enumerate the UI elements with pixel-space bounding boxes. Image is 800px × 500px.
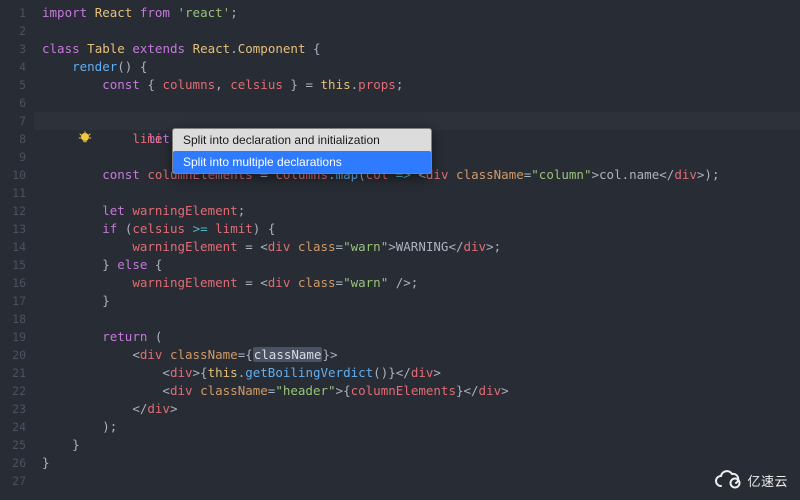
- line-number: 23: [0, 400, 34, 418]
- code-line[interactable]: [34, 94, 800, 112]
- code-line[interactable]: render() {: [34, 58, 800, 76]
- intention-action-item[interactable]: Split into multiple declarations: [173, 151, 431, 173]
- code-line[interactable]: warningElement = <div class="warn" />;: [34, 274, 800, 292]
- line-number: 3: [0, 40, 34, 58]
- code-line[interactable]: if (celsius >= limit) {: [34, 220, 800, 238]
- line-number: 25: [0, 436, 34, 454]
- line-number: 11: [0, 184, 34, 202]
- code-line[interactable]: warningElement = <div class="warn">WARNI…: [34, 238, 800, 256]
- code-line[interactable]: <div className="header">{columnElements}…: [34, 382, 800, 400]
- line-number: 24: [0, 418, 34, 436]
- line-number: 26: [0, 454, 34, 472]
- code-area[interactable]: import React from 'react'; class Table e…: [34, 0, 800, 500]
- code-line[interactable]: const { columns, celsius } = this.props;: [34, 76, 800, 94]
- code-line[interactable]: [34, 22, 800, 40]
- code-line[interactable]: );: [34, 418, 800, 436]
- line-number: 15: [0, 256, 34, 274]
- watermark-text: 亿速云: [747, 471, 788, 490]
- code-line[interactable]: import React from 'react';: [34, 4, 800, 22]
- line-number: 13: [0, 220, 34, 238]
- line-number: 1: [0, 4, 34, 22]
- code-line[interactable]: return (: [34, 328, 800, 346]
- line-number: 6: [0, 94, 34, 112]
- code-line[interactable]: }: [34, 436, 800, 454]
- line-number: 27: [0, 472, 34, 490]
- code-line[interactable]: }: [34, 292, 800, 310]
- code-line[interactable]: } else {: [34, 256, 800, 274]
- lightbulb-icon[interactable]: [18, 113, 32, 127]
- line-number: 21: [0, 364, 34, 382]
- line-number: 20: [0, 346, 34, 364]
- line-number: 2: [0, 22, 34, 40]
- line-number: 10: [0, 166, 34, 184]
- line-number: 19: [0, 328, 34, 346]
- line-number: 16: [0, 274, 34, 292]
- code-line[interactable]: <div>{this.getBoilingVerdict()}</div>: [34, 364, 800, 382]
- code-line[interactable]: class Table extends React.Component {: [34, 40, 800, 58]
- line-number: 17: [0, 292, 34, 310]
- identifier-highlight: className: [253, 347, 323, 362]
- cloud-icon: [713, 470, 743, 490]
- intention-actions-popup[interactable]: Split into declaration and initializatio…: [172, 128, 432, 174]
- line-number: 22: [0, 382, 34, 400]
- code-line[interactable]: let warningElement;: [34, 202, 800, 220]
- line-number-gutter: 1234567891011121314151617181920212223242…: [0, 0, 34, 500]
- intention-action-item[interactable]: Split into declaration and initializatio…: [173, 129, 431, 151]
- line-number: 14: [0, 238, 34, 256]
- line-number: 12: [0, 202, 34, 220]
- code-line[interactable]: <div className={className}>: [34, 346, 800, 364]
- watermark: 亿速云: [713, 470, 788, 490]
- code-line[interactable]: </div>: [34, 400, 800, 418]
- code-line[interactable]: }: [34, 454, 800, 472]
- code-line[interactable]: [34, 184, 800, 202]
- line-number: 5: [0, 76, 34, 94]
- code-line[interactable]: [34, 310, 800, 328]
- line-number: 18: [0, 310, 34, 328]
- code-line[interactable]: [34, 472, 800, 490]
- code-editor[interactable]: 1234567891011121314151617181920212223242…: [0, 0, 800, 500]
- line-number: 4: [0, 58, 34, 76]
